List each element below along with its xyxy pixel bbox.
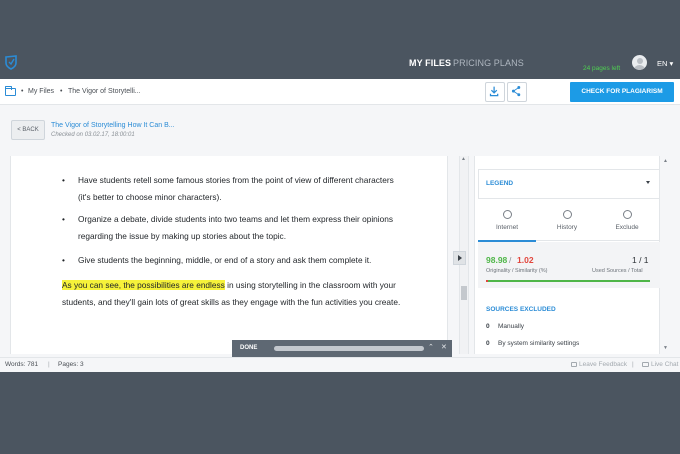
nav-my-files[interactable]: MY FILES (409, 58, 451, 68)
tab-exclude[interactable]: Exclude (598, 210, 656, 231)
caret-down-icon (646, 181, 650, 184)
status-separator: | (48, 361, 50, 368)
clock-icon (562, 210, 572, 219)
score-caption: Originality / Similarity (%) (486, 268, 548, 274)
logo-icon[interactable] (4, 54, 18, 70)
share-button[interactable] (507, 82, 527, 102)
legend-label: LEGEND (486, 180, 514, 187)
status-bar (0, 357, 680, 372)
progress-track (274, 346, 424, 351)
scroll-down-icon[interactable]: ▼ (663, 345, 668, 351)
done-label: DONE (240, 345, 258, 351)
highlighted-text[interactable]: As you can see, the possibilities are en… (62, 280, 225, 290)
share-icon (511, 86, 521, 97)
chat-icon (642, 362, 649, 367)
word-count: Words: 781 (5, 361, 39, 368)
similarity-score: 1.02 (517, 255, 534, 265)
tab-internet[interactable]: Internet (478, 210, 536, 231)
status-separator: | (632, 361, 634, 368)
pages-left-counter: 24 pages left (583, 65, 621, 72)
originality-score: 98.98 (486, 255, 508, 265)
results-scrollbar[interactable] (662, 156, 670, 354)
check-for-plagiarism-button[interactable]: CHECK FOR PLAGIARISM (570, 82, 674, 102)
avatar[interactable] (632, 55, 647, 70)
tab-history[interactable]: History (538, 210, 596, 231)
list-item: • Have students retell some famous stori… (62, 175, 394, 202)
toggle-panel-button[interactable] (453, 251, 466, 265)
live-chat-link[interactable]: Live Chat (651, 361, 678, 368)
breadcrumb-my-files[interactable]: My Files (28, 88, 54, 95)
page-count: Pages: 3 (58, 361, 84, 368)
sources-excluded-title: SOURCES EXCLUDED (486, 306, 556, 313)
breadcrumb-document[interactable]: The Vigor of Storytelli... (68, 88, 141, 95)
download-icon (489, 86, 499, 97)
excluded-row-manually[interactable]: 0 Manually (486, 323, 524, 330)
scroll-up-icon[interactable]: ▲ (461, 156, 466, 162)
leave-feedback-link[interactable]: Leave Feedback (579, 361, 627, 368)
exclude-icon (622, 210, 632, 219)
originality-bar (486, 280, 650, 282)
download-button[interactable] (485, 82, 505, 102)
breadcrumb-separator: • (60, 88, 63, 95)
score-separator: / (509, 255, 512, 265)
folder-icon[interactable] (5, 86, 16, 96)
document-paragraph: As you can see, the possibilities are en… (62, 277, 402, 310)
document-title[interactable]: The Vigor of Storytelling How It Can B..… (51, 122, 175, 129)
scrollbar-thumb[interactable] (461, 286, 467, 300)
list-item: • Organize a debate, divide students int… (62, 214, 394, 241)
used-sources-count: 1 / 1 (632, 255, 649, 265)
nav-pricing-plans[interactable]: PRICING PLANS (453, 58, 524, 68)
bottom-background (0, 372, 680, 454)
globe-icon (502, 210, 512, 219)
scroll-up-icon[interactable]: ▲ (663, 158, 668, 164)
similarity-bar (486, 280, 488, 282)
feedback-icon (571, 362, 577, 367)
top-header (0, 0, 680, 79)
checked-date: Checked on 03.02.17, 18:00:01 (51, 132, 135, 138)
breadcrumb-separator: • (21, 88, 24, 95)
list-item: • Give students the beginning, middle, o… (62, 255, 372, 265)
back-button[interactable]: < BACK (11, 120, 45, 140)
language-selector[interactable]: EN ▾ (657, 59, 673, 68)
sources-caption: Used Sources / Total (592, 268, 643, 274)
chevron-up-icon[interactable]: ⌃ (428, 343, 434, 351)
close-icon[interactable]: ✕ (441, 343, 447, 351)
excluded-row-system[interactable]: 0 By system similarity settings (486, 340, 579, 347)
